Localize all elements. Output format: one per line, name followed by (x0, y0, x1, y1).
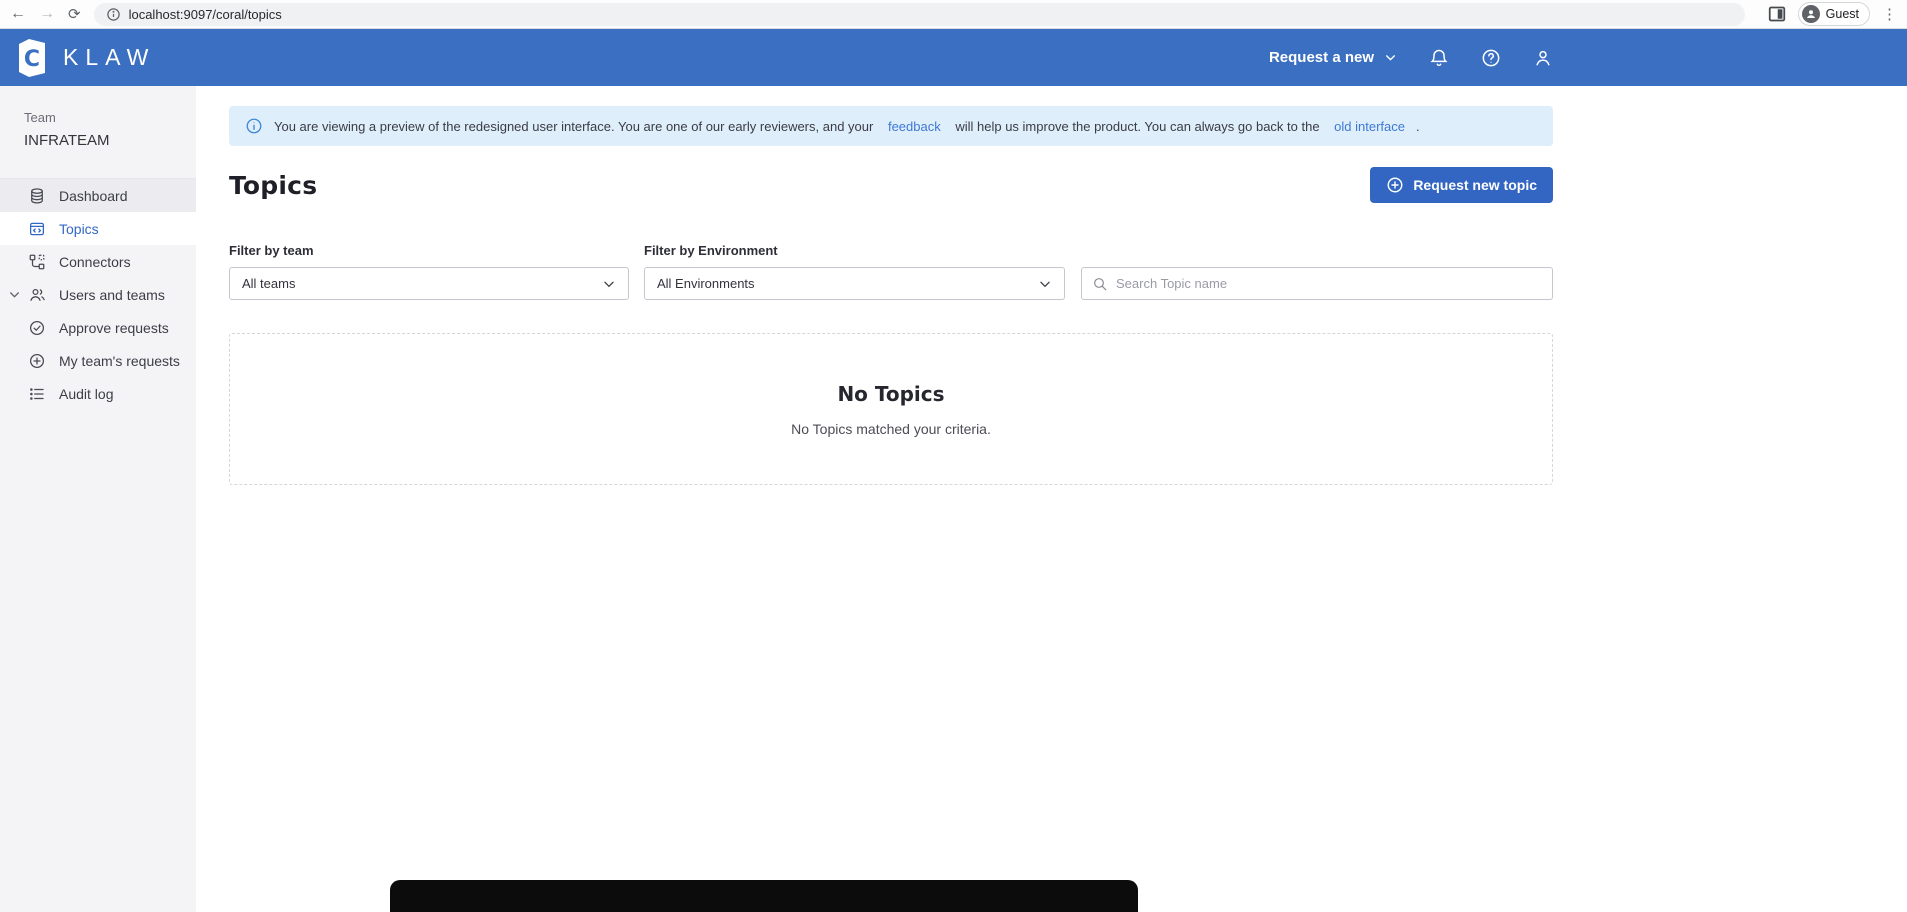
team-label: Team (24, 110, 172, 125)
sidebar-item-audit-log[interactable]: Audit log (0, 377, 196, 410)
banner-text: will help us improve the product. You ca… (952, 119, 1323, 134)
klaw-logo[interactable]: C KLAW (14, 38, 155, 78)
browser-reload-icon[interactable]: ⟳ (68, 5, 81, 23)
side-panel-icon[interactable] (1768, 6, 1786, 22)
team-block: Team INFRATEAM (0, 86, 196, 149)
page-info-icon[interactable] (106, 7, 121, 22)
main-content: You are viewing a preview of the redesig… (196, 86, 1907, 912)
sidebar-item-label: Topics (59, 221, 99, 237)
audit-log-icon (28, 385, 46, 403)
chevron-down-icon (1038, 277, 1052, 291)
chevron-down-icon (602, 277, 616, 291)
info-icon (245, 117, 263, 135)
connectors-icon (28, 253, 46, 271)
sidebar-item-label: Dashboard (59, 188, 128, 204)
team-name: INFRATEAM (24, 132, 172, 149)
topic-search (1081, 267, 1553, 300)
header-actions: Request a new (1269, 29, 1553, 86)
browser-chrome: ← → ⟳ localhost:9097/coral/topics Guest … (0, 0, 1907, 29)
chevron-down-icon[interactable] (8, 288, 21, 301)
url-text: localhost:9097/coral/topics (129, 7, 282, 22)
brand-name: KLAW (63, 44, 155, 71)
search-icon (1092, 276, 1108, 292)
search-topic-input[interactable] (1116, 276, 1542, 291)
sidebar-item-my-teams-requests[interactable]: My team's requests (0, 344, 196, 377)
request-a-new-menu[interactable]: Request a new (1269, 49, 1397, 66)
team-filter-label: Filter by team (229, 243, 629, 258)
sidebar-item-label: Approve requests (59, 320, 169, 336)
browser-menu-icon[interactable]: ⋮ (1882, 5, 1897, 23)
environment-filter: Filter by Environment All Environments (644, 243, 1065, 300)
sidebar-item-dashboard[interactable]: Dashboard (0, 179, 196, 212)
sidebar: Team INFRATEAM Dashboard Topics Connecto… (0, 86, 196, 912)
app-header: C KLAW Request a new (0, 29, 1907, 86)
request-new-topic-label: Request new topic (1413, 177, 1537, 193)
feedback-link[interactable]: feedback (888, 119, 941, 134)
browser-forward-icon[interactable]: → (39, 6, 55, 22)
sidebar-item-approve-requests[interactable]: Approve requests (0, 311, 196, 344)
sidebar-item-label: Connectors (59, 254, 131, 270)
notifications-bell-icon[interactable] (1429, 48, 1449, 68)
bottom-dark-bar (390, 880, 1138, 912)
sidebar-item-users-and-teams[interactable]: Users and teams (0, 278, 196, 311)
profile-icon[interactable] (1533, 48, 1553, 68)
environment-filter-select[interactable]: All Environments (644, 267, 1065, 300)
team-filter-value: All teams (242, 276, 295, 291)
address-bar[interactable]: localhost:9097/coral/topics (94, 3, 1745, 26)
plus-circle-icon (1386, 176, 1404, 194)
empty-state-title: No Topics (837, 382, 944, 406)
environment-filter-value: All Environments (657, 276, 755, 291)
profile-name: Guest (1826, 7, 1859, 21)
team-filter-select[interactable]: All teams (229, 267, 629, 300)
page-title: Topics (229, 171, 317, 200)
sidebar-item-label: Audit log (59, 386, 113, 402)
sidebar-item-label: My team's requests (59, 353, 180, 369)
banner-text: You are viewing a preview of the redesig… (274, 119, 877, 134)
topics-icon (28, 220, 46, 238)
empty-state: No Topics No Topics matched your criteri… (229, 333, 1553, 485)
browser-profile-chip[interactable]: Guest (1798, 2, 1870, 26)
request-new-topic-button[interactable]: Request new topic (1370, 167, 1553, 203)
old-interface-link[interactable]: old interface (1334, 119, 1405, 134)
team-requests-icon (28, 352, 46, 370)
chevron-down-icon (1384, 51, 1397, 64)
dashboard-icon (28, 187, 46, 205)
users-teams-icon (28, 286, 46, 304)
help-icon[interactable] (1481, 48, 1501, 68)
empty-state-message: No Topics matched your criteria. (791, 421, 991, 437)
environment-filter-label: Filter by Environment (644, 243, 1065, 258)
preview-banner: You are viewing a preview of the redesig… (229, 106, 1553, 146)
banner-text: . (1416, 119, 1420, 134)
browser-back-icon[interactable]: ← (10, 6, 26, 22)
sidebar-item-label: Users and teams (59, 287, 165, 303)
team-filter: Filter by team All teams (229, 243, 629, 300)
klaw-logo-icon: C (14, 38, 48, 78)
browser-controls: Guest ⋮ (1758, 2, 1897, 26)
approve-requests-icon (28, 319, 46, 337)
profile-avatar-icon (1802, 5, 1820, 23)
svg-text:C: C (24, 47, 40, 72)
request-a-new-label: Request a new (1269, 49, 1374, 66)
sidebar-item-topics[interactable]: Topics (0, 212, 196, 245)
sidebar-item-connectors[interactable]: Connectors (0, 245, 196, 278)
